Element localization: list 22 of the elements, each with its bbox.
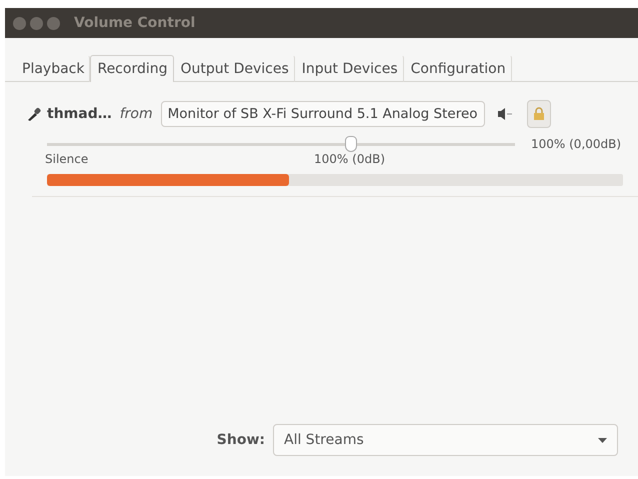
close-icon[interactable] (13, 16, 26, 30)
tab[interactable]: Output Devices (174, 55, 295, 82)
volume-reading: 100% (0,00dB) (531, 137, 622, 151)
scale-label: Silence (45, 152, 88, 166)
slider-thumb[interactable] (345, 136, 358, 152)
lock-button[interactable] (526, 100, 551, 128)
tab[interactable]: Recording (90, 55, 174, 82)
tab[interactable]: Configuration (404, 55, 512, 82)
tab[interactable]: Input Devices (294, 55, 404, 82)
maximize-icon[interactable] (47, 16, 60, 30)
show-label: Show: (216, 432, 265, 448)
show-dropdown[interactable]: All Streams (273, 424, 618, 456)
lock-icon (532, 107, 545, 121)
scale-label: 100% (0dB) (314, 152, 385, 166)
from-label: from (120, 106, 153, 122)
window-title: Volume Control (74, 15, 196, 31)
dropdown-caret-icon (598, 438, 607, 442)
stream-name: thmad… (47, 106, 112, 122)
source-button[interactable]: Monitor of SB X-Fi Surround 5.1 Analog Stereo (160, 101, 485, 127)
minimize-icon[interactable] (30, 16, 43, 30)
speaker-icon[interactable] (496, 107, 513, 121)
microphone-icon (27, 107, 41, 121)
